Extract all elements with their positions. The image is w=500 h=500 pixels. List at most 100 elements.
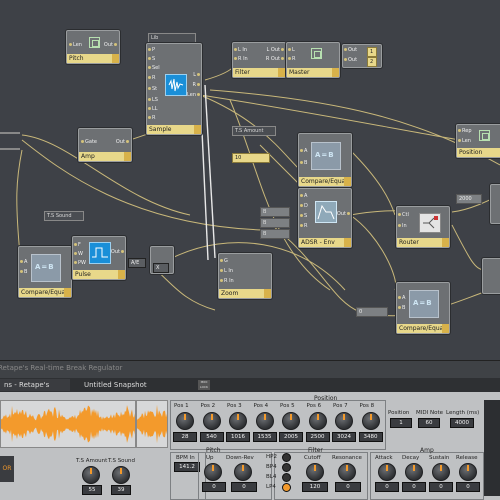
filter-bp4-led[interactable] bbox=[282, 463, 291, 472]
port-out[interactable]: Out bbox=[337, 211, 350, 217]
module-router[interactable]: Ctl In Router bbox=[396, 206, 450, 248]
dropdown-icon[interactable] bbox=[344, 238, 351, 247]
value-2000[interactable]: 2000 bbox=[456, 194, 482, 204]
waveform-zoom-display[interactable] bbox=[136, 400, 168, 448]
value-0[interactable]: 0 bbox=[356, 307, 388, 317]
amp-sustain-knob[interactable] bbox=[432, 463, 450, 481]
dropdown-icon[interactable] bbox=[64, 288, 71, 297]
port-out[interactable]: Out bbox=[116, 139, 129, 145]
port-r[interactable]: R bbox=[288, 56, 295, 62]
port-st[interactable]: St bbox=[148, 86, 157, 92]
port-r-out[interactable]: R bbox=[193, 82, 200, 88]
port-ll[interactable]: LL bbox=[148, 106, 158, 112]
amp-sustain-value[interactable]: 0 bbox=[429, 482, 453, 492]
port-sel[interactable]: Sel bbox=[148, 65, 160, 71]
left-tag-2[interactable] bbox=[0, 148, 20, 150]
port-g[interactable]: G bbox=[220, 258, 228, 264]
pos-4-knob[interactable] bbox=[255, 412, 274, 430]
bpm-value[interactable]: 141.2 bbox=[174, 462, 200, 472]
port-ls[interactable]: LS bbox=[148, 97, 158, 103]
port-p[interactable]: P bbox=[148, 47, 155, 53]
amp-release-value[interactable]: 0 bbox=[456, 482, 480, 492]
pos-3-knob[interactable] bbox=[229, 412, 247, 430]
module-pulse[interactable]: F W PW Out Pulse bbox=[72, 236, 126, 280]
port-s[interactable]: S bbox=[300, 213, 307, 219]
midi-note-value[interactable]: 60 bbox=[418, 418, 440, 428]
module-master[interactable]: L R Master bbox=[286, 42, 340, 78]
module-compare-equal-left[interactable]: A B A=B Compare/Equal bbox=[18, 246, 72, 298]
port-l-out[interactable]: L Out bbox=[267, 47, 284, 53]
or-button[interactable]: OR bbox=[0, 456, 14, 482]
module-edge-right-2[interactable] bbox=[482, 258, 500, 294]
amp-decay-knob[interactable] bbox=[405, 463, 423, 481]
port-b[interactable]: B bbox=[398, 305, 405, 311]
cutoff-value[interactable]: 120 bbox=[302, 482, 328, 492]
port-a[interactable]: A bbox=[300, 193, 307, 199]
port-a[interactable]: A bbox=[20, 259, 27, 265]
port-pw[interactable]: PW bbox=[74, 260, 86, 266]
port-in[interactable]: In bbox=[398, 223, 407, 229]
ts-sound-tag[interactable]: T.S Sound bbox=[44, 211, 84, 221]
pitch-down-knob[interactable] bbox=[234, 463, 252, 481]
filter-hp2-led[interactable] bbox=[282, 453, 291, 462]
dropdown-icon[interactable] bbox=[344, 177, 351, 186]
patch-canvas[interactable]: Len Out Pitch Gate Out Amp Lib P S Sel R… bbox=[0, 0, 500, 360]
port-out[interactable]: Out bbox=[104, 42, 117, 48]
pos-5-value[interactable]: 2005 bbox=[279, 432, 303, 442]
input-box-1[interactable]: B bbox=[260, 207, 290, 217]
port-r[interactable]: R bbox=[148, 75, 155, 81]
left-tag-1[interactable] bbox=[0, 132, 20, 134]
port-r2[interactable]: R bbox=[148, 115, 155, 121]
module-amp[interactable]: Gate Out Amp bbox=[78, 128, 132, 162]
tab-snapshot[interactable]: Untitled Snapshot bbox=[80, 379, 188, 391]
dropdown-icon[interactable] bbox=[442, 238, 449, 247]
port-l-in[interactable]: L In bbox=[234, 47, 247, 53]
module-pitch[interactable]: Len Out Pitch bbox=[66, 30, 120, 64]
pos-8-value[interactable]: 3480 bbox=[358, 432, 383, 442]
module-adsr-env[interactable]: A D S R Out ADSR - Env bbox=[298, 188, 352, 248]
port-a[interactable]: A bbox=[398, 295, 405, 301]
pos-8-knob[interactable] bbox=[361, 412, 380, 430]
pos-7-knob[interactable] bbox=[335, 412, 353, 430]
waveform-display[interactable] bbox=[0, 400, 136, 448]
pitch-down-value[interactable]: 0 bbox=[231, 482, 257, 492]
pos-2-knob[interactable] bbox=[202, 412, 221, 430]
module-filter[interactable]: L In R In L Out R Out Filter bbox=[232, 42, 286, 78]
port-rep[interactable]: Rep bbox=[458, 128, 472, 134]
ts-sound-value[interactable]: 39 bbox=[111, 485, 131, 495]
length-value[interactable]: 4000 bbox=[450, 418, 474, 428]
port-out-2[interactable]: Out bbox=[344, 57, 357, 63]
port-l[interactable]: L bbox=[288, 47, 295, 53]
port-r-in[interactable]: R In bbox=[220, 278, 234, 284]
pos-2-value[interactable]: 540 bbox=[199, 432, 224, 442]
port-b[interactable]: B bbox=[300, 160, 307, 166]
module-edge-right[interactable] bbox=[490, 184, 500, 224]
module-sample[interactable]: P S Sel R St LS LL R L R Len Sample bbox=[146, 43, 202, 135]
port-out[interactable]: Out bbox=[111, 249, 124, 255]
amp-attack-value[interactable]: 0 bbox=[375, 482, 399, 492]
module-x[interactable]: X bbox=[150, 246, 174, 274]
port-a[interactable]: A bbox=[300, 148, 307, 154]
lib-tag[interactable]: Lib bbox=[148, 33, 196, 43]
pos-7-value[interactable]: 3024 bbox=[332, 432, 356, 442]
pos-6-value[interactable]: 2500 bbox=[305, 432, 330, 442]
out-value-1[interactable]: 1 bbox=[367, 47, 377, 57]
pos-6-knob[interactable] bbox=[308, 412, 327, 430]
ts-amount-value[interactable]: 55 bbox=[82, 485, 102, 495]
amp-attack-knob[interactable] bbox=[378, 463, 396, 481]
amp-decay-value[interactable]: 0 bbox=[402, 482, 426, 492]
out-value-2[interactable]: 2 bbox=[367, 57, 377, 67]
pitch-up-knob[interactable] bbox=[204, 463, 222, 481]
port-s[interactable]: S bbox=[148, 56, 155, 62]
port-r-out[interactable]: R Out bbox=[266, 56, 284, 62]
port-l-in[interactable]: L In bbox=[220, 268, 233, 274]
port-l-out[interactable]: L bbox=[193, 72, 200, 78]
port-r-in[interactable]: R In bbox=[234, 56, 248, 62]
resonance-knob[interactable] bbox=[338, 463, 356, 481]
pos-1-value[interactable]: 28 bbox=[173, 432, 197, 442]
cutoff-knob[interactable] bbox=[306, 463, 324, 481]
dropdown-icon[interactable] bbox=[264, 289, 271, 298]
port-ctl[interactable]: Ctl bbox=[398, 212, 409, 218]
port-out-1[interactable]: Out bbox=[344, 47, 357, 53]
dropdown-icon[interactable] bbox=[442, 324, 449, 333]
